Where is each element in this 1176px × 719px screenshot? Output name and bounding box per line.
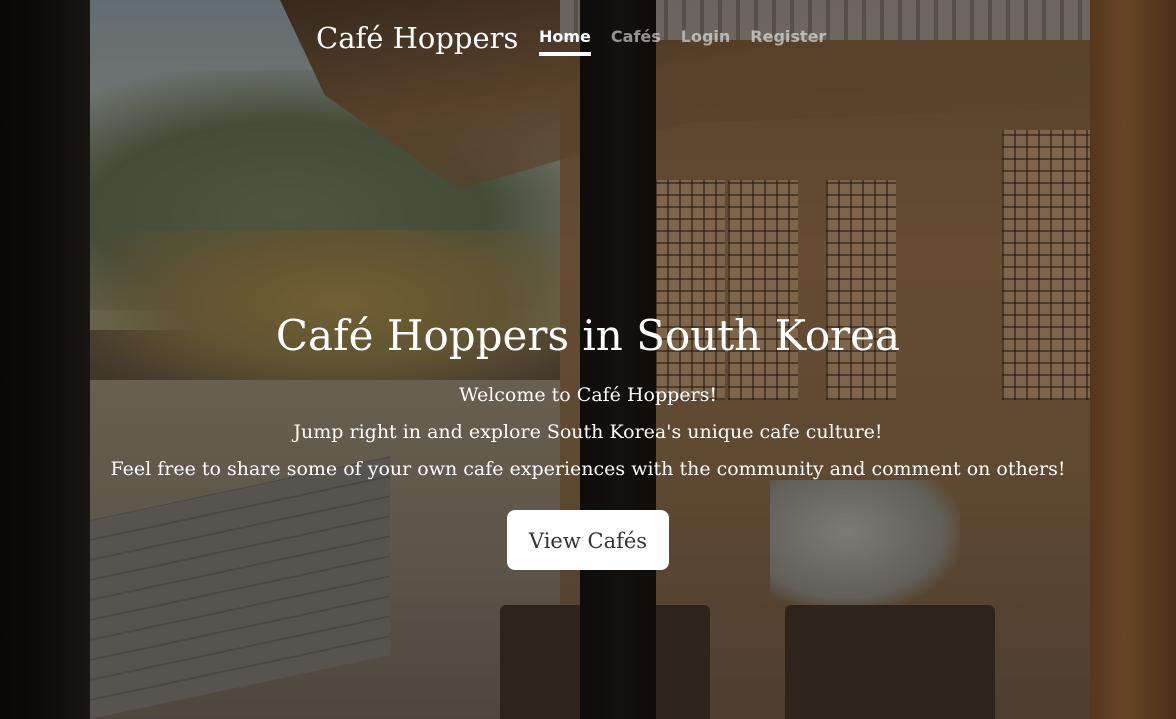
brand-logo-link[interactable]: Café Hoppers	[316, 20, 518, 56]
nav-link-cafes[interactable]: Cafés	[611, 26, 661, 56]
explore-line: Jump right in and explore South Korea's …	[293, 421, 883, 443]
hero-content: Café Hoppers in South Korea Welcome to C…	[0, 305, 1176, 570]
view-cafes-button[interactable]: View Cafés	[507, 510, 669, 570]
nav-link-home[interactable]: Home	[539, 26, 591, 56]
hero-description: Welcome to Café Hoppers! Jump right in a…	[0, 377, 1176, 488]
welcome-line: Welcome to Café Hoppers!	[458, 384, 718, 406]
top-navbar: Café Hoppers Home Cafés Login Register	[0, 18, 1176, 62]
hero-section: Café Hoppers Home Cafés Login Register C…	[0, 0, 1176, 719]
nav-link-login[interactable]: Login	[681, 26, 731, 56]
page-title: Café Hoppers in South Korea	[275, 311, 901, 360]
share-line: Feel free to share some of your own cafe…	[110, 458, 1066, 480]
nav-links: Home Cafés Login Register	[539, 26, 826, 56]
nav-link-register[interactable]: Register	[750, 26, 826, 56]
